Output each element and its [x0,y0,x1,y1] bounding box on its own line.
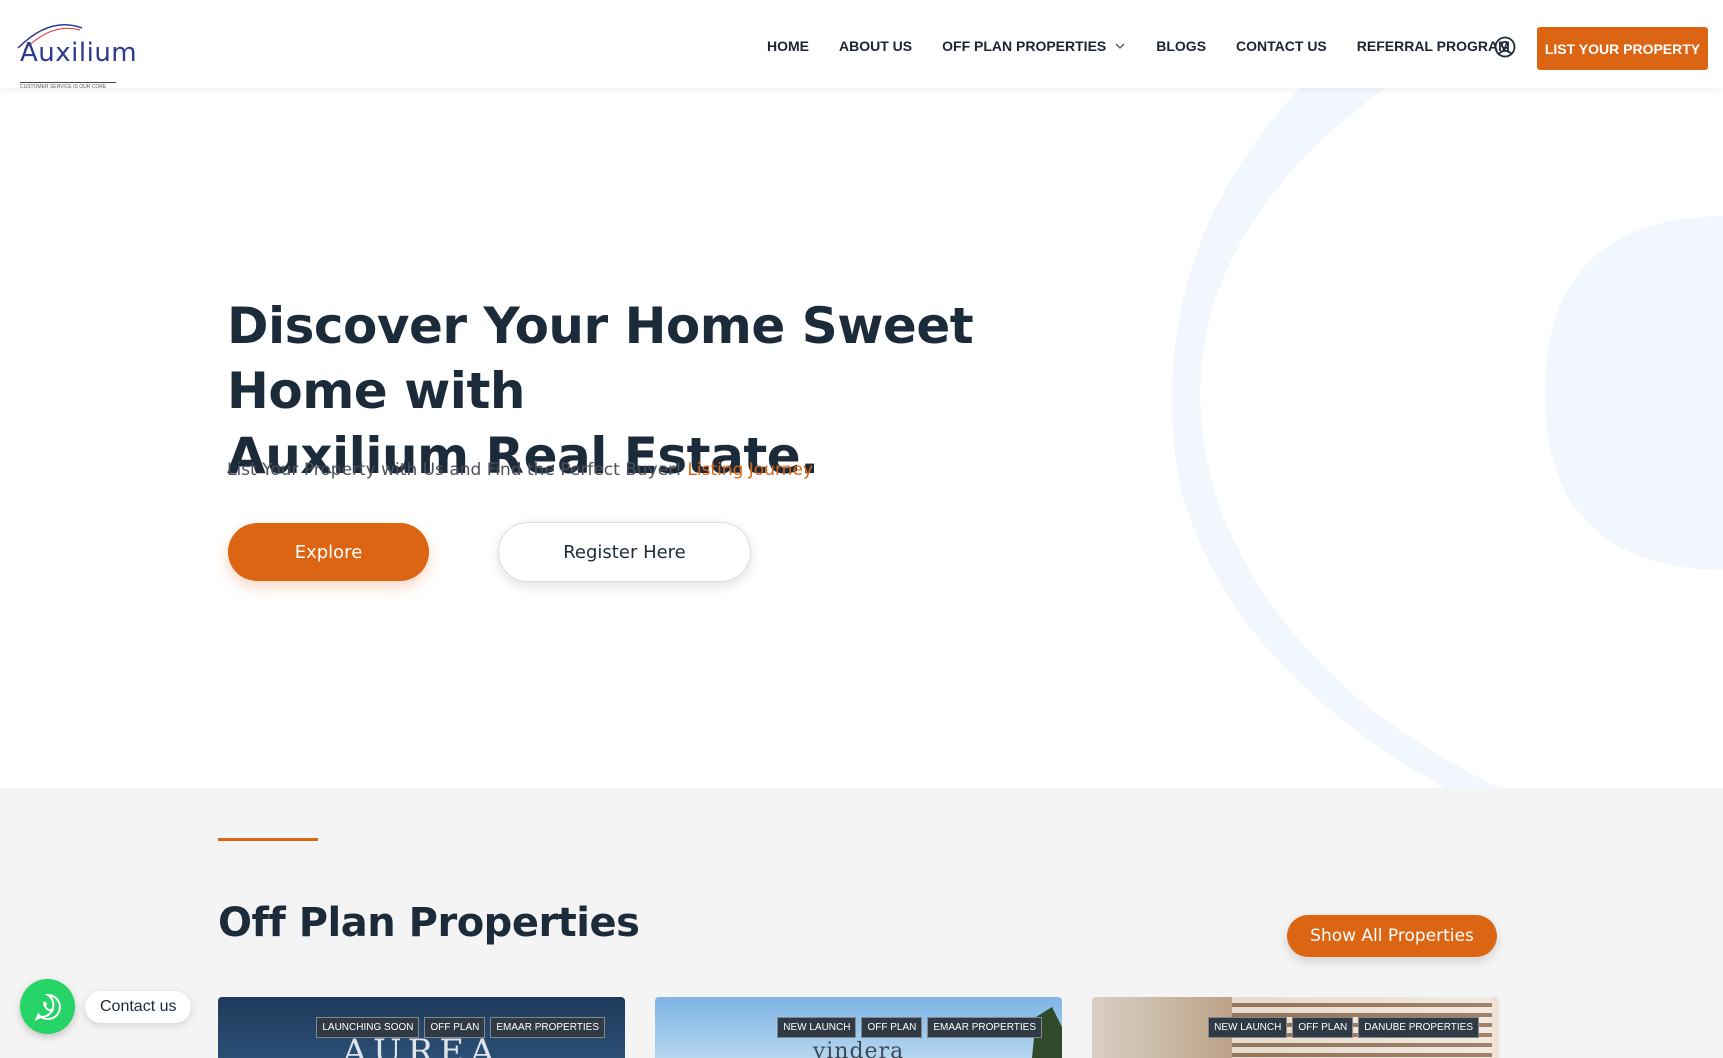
chevron-down-icon [1115,43,1125,49]
nav-about-us[interactable]: ABOUT US [839,38,912,54]
property-tags: NEW LAUNCH OFF PLAN DANUBE PROPERTIES [1203,1017,1479,1038]
property-card[interactable]: NEW LAUNCH OFF PLAN EMAAR PROPERTIES vin… [655,997,1062,1058]
explore-button[interactable]: Explore [228,523,429,581]
tag-developer: EMAAR PROPERTIES [927,1017,1042,1038]
section-accent-bar [218,838,318,841]
main-nav: HOME ABOUT US OFF PLAN PROPERTIES BLOGS … [767,38,1540,54]
property-tags: NEW LAUNCH OFF PLAN EMAAR PROPERTIES [772,1017,1042,1038]
whatsapp-contact-label[interactable]: Contact us [85,991,192,1023]
site-header: Auxilium CUSTOMER SERVICE IS OUR CORE HO… [0,0,1723,90]
property-card[interactable]: LAUNCHING SOON OFF PLAN EMAAR PROPERTIES… [218,997,625,1058]
tag-type: OFF PLAN [861,1017,923,1038]
hero-subtitle-text: List Your Property with Us and Find the … [227,460,682,480]
nav-off-plan-properties[interactable]: OFF PLAN PROPERTIES [942,38,1126,54]
hero-subtitle: List Your Property with Us and Find the … [227,460,813,480]
list-your-property-button[interactable]: LIST YOUR PROPERTY [1537,27,1708,70]
hero-title-line1: Discover Your Home Sweet Home with [227,297,974,420]
hero-section: Discover Your Home Sweet Home with Auxil… [0,88,1723,788]
section-title: Off Plan Properties [218,900,640,946]
off-plan-section: Off Plan Properties Show All Properties … [0,788,1723,1058]
card-image-text: AUREA [342,1032,501,1058]
logo-tagline: CUSTOMER SERVICE IS OUR CORE [20,82,116,90]
nav-blogs[interactable]: BLOGS [1156,38,1206,54]
property-card[interactable]: NEW LAUNCH OFF PLAN DANUBE PROPERTIES [1092,997,1499,1058]
whatsapp-button[interactable] [20,979,75,1034]
listing-journey-link[interactable]: Listing Journey [687,460,813,480]
nav-off-plan-label: OFF PLAN PROPERTIES [942,38,1107,54]
tag-developer: DANUBE PROPERTIES [1358,1017,1479,1038]
show-all-properties-button[interactable]: Show All Properties [1287,915,1497,957]
nav-referral-program[interactable]: REFERRAL PROGRAM [1357,38,1510,54]
logo[interactable]: Auxilium CUSTOMER SERVICE IS OUR CORE [10,18,137,90]
nav-contact-us[interactable]: CONTACT US [1236,38,1327,54]
card-image-text: vindera [812,1039,905,1058]
user-account-icon[interactable] [1494,36,1516,58]
nav-home[interactable]: HOME [767,38,809,54]
logo-text: Auxilium [20,38,138,68]
whatsapp-icon [34,993,61,1021]
register-button[interactable]: Register Here [498,522,751,582]
tag-type: OFF PLAN [1292,1017,1354,1038]
tag-status: NEW LAUNCH [1208,1017,1288,1038]
tag-status: NEW LAUNCH [777,1017,857,1038]
